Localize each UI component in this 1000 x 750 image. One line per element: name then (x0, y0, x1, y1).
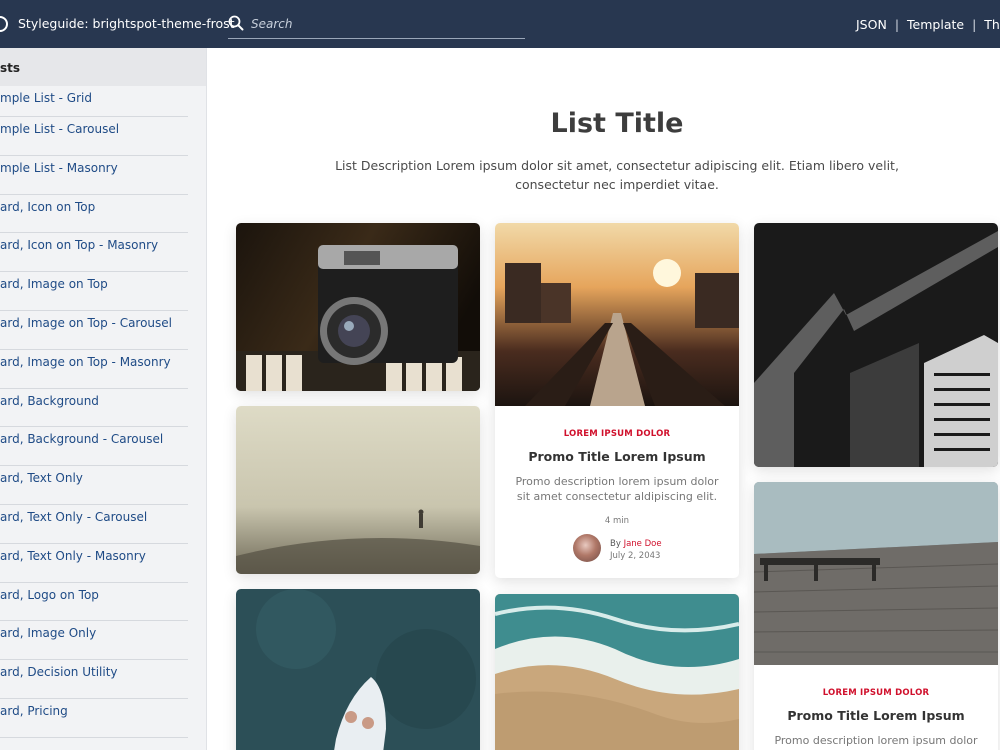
list-description: List Description Lorem ipsum dolor sit a… (335, 158, 899, 192)
sidebar-list: mple List - Grid mple List - Carousel mp… (0, 86, 188, 738)
sidebar-item-simple-list-carousel[interactable]: mple List - Carousel (0, 117, 188, 156)
foggy-landscape-image (236, 406, 480, 574)
byline-text: By Jane Doe (610, 539, 662, 549)
author-link[interactable]: Jane Doe (624, 539, 662, 549)
sidebar: sts mple List - Grid mple List - Carouse… (0, 48, 207, 750)
sidebar-section-header[interactable]: sts (0, 48, 206, 86)
image-card-camera[interactable] (236, 223, 480, 391)
promo-eyebrow[interactable]: LOREM IPSUM DOLOR (495, 429, 739, 439)
main-content: List Title List Description Lorem ipsum … (207, 48, 1000, 750)
city-railway-image (495, 223, 739, 406)
top-links: JSON | Template | Them (856, 17, 1000, 32)
list-title: List Title (550, 108, 684, 139)
sidebar-item-card-image-only[interactable]: ard, Image Only (0, 621, 188, 661)
sidebar-item-card-text-only-carousel[interactable]: ard, Text Only - Carousel (0, 505, 188, 544)
author-avatar[interactable] (573, 534, 601, 562)
sidebar-item-card-image-on-top[interactable]: ard, Image on Top (0, 272, 188, 311)
beach-waves-image (495, 594, 739, 750)
sidebar-item-card-logo-on-top[interactable]: ard, Logo on Top (0, 583, 188, 622)
sidebar-item-card-text-only[interactable]: ard, Text Only (0, 466, 188, 505)
styleguide-title[interactable]: Styleguide: brightspot-theme-frost (18, 16, 235, 31)
promo-title[interactable]: Promo Title Lorem Ipsum (495, 449, 739, 464)
byline: By Jane Doe July 2, 2043 (495, 534, 739, 564)
sidebar-item-card-background-carousel[interactable]: ard, Background - Carousel (0, 427, 188, 467)
search-input[interactable] (251, 15, 521, 33)
sidebar-section-title: sts (0, 61, 21, 75)
building-architecture-image (754, 223, 998, 467)
sidebar-item-simple-list-masonry[interactable]: mple List - Masonry (0, 156, 188, 195)
image-card-fog[interactable] (236, 406, 480, 574)
sidebar-item-card-icon-on-top[interactable]: ard, Icon on Top (0, 195, 188, 234)
sidebar-item-simple-list-grid[interactable]: mple List - Grid (0, 86, 188, 117)
read-time: 4 min (604, 516, 630, 526)
search-icon[interactable] (228, 15, 244, 31)
publish-date: July 2, 2043 (610, 551, 661, 561)
link-separator: | (894, 17, 900, 32)
sidebar-item-card-pricing[interactable]: ard, Pricing (0, 699, 188, 738)
sidebar-item-card-text-only-masonry[interactable]: ard, Text Only - Masonry (0, 544, 188, 583)
image-card-beach[interactable] (495, 594, 739, 750)
promo-description: Promo description lorem ipsum dolor sit … (515, 475, 719, 503)
sidebar-item-card-icon-on-top-masonry[interactable]: ard, Icon on Top - Masonry (0, 233, 188, 273)
sidebar-item-card-decision-utility[interactable]: ard, Decision Utility (0, 660, 188, 699)
image-card-architecture[interactable] (754, 223, 998, 467)
by-label: By (610, 539, 621, 549)
link-separator: | (972, 17, 977, 32)
promo-description: Promo description lorem ipsum dolor sit (774, 734, 978, 750)
sidebar-item-card-background[interactable]: ard, Background (0, 389, 188, 428)
lake-pier-image (754, 482, 998, 665)
promo-card-1-body: LOREM IPSUM DOLOR Promo Title Lorem Ipsu… (495, 429, 739, 564)
boat-ocean-image (236, 589, 480, 750)
image-card-boat[interactable] (236, 589, 480, 750)
json-link[interactable]: JSON (856, 17, 887, 32)
camera-image (236, 223, 480, 391)
promo-card-2[interactable]: LOREM IPSUM DOLOR Promo Title Lorem Ipsu… (754, 482, 998, 750)
logo-icon[interactable] (0, 16, 8, 32)
sidebar-item-card-image-on-top-masonry[interactable]: ard, Image on Top - Masonry (0, 350, 188, 389)
sidebar-item-card-image-on-top-carousel[interactable]: ard, Image on Top - Carousel (0, 311, 188, 350)
promo-card-1[interactable]: LOREM IPSUM DOLOR Promo Title Lorem Ipsu… (495, 223, 739, 578)
template-link[interactable]: Template (907, 17, 964, 32)
promo-card-2-body: LOREM IPSUM DOLOR Promo Title Lorem Ipsu… (754, 688, 998, 750)
search-box[interactable] (228, 13, 525, 39)
promo-title[interactable]: Promo Title Lorem Ipsum (754, 708, 998, 723)
top-bar: Styleguide: brightspot-theme-frost JSON |… (0, 0, 1000, 48)
theme-link[interactable]: Them (984, 17, 1000, 32)
promo-eyebrow[interactable]: LOREM IPSUM DOLOR (754, 688, 998, 698)
